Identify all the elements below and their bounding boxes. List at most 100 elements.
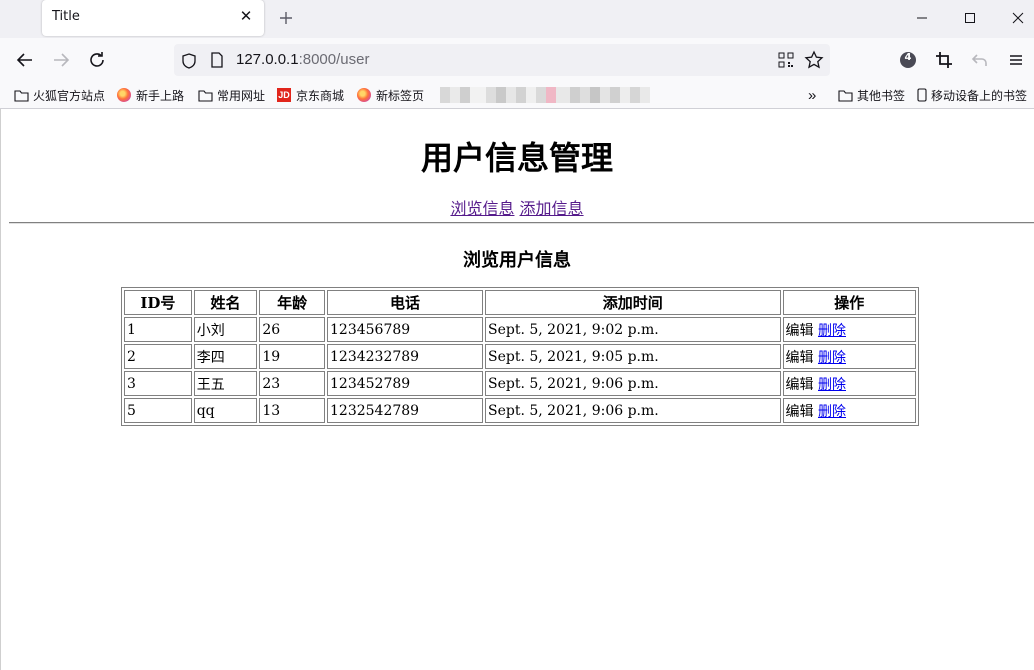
add-info-link[interactable]: 添加信息 <box>520 199 584 218</box>
window-edge <box>0 109 1 670</box>
shield-icon[interactable] <box>180 52 198 70</box>
badge-count: 4 <box>904 52 912 63</box>
cell-actions: 编辑 删除 <box>782 398 916 423</box>
other-bookmarks[interactable]: 其他书签 <box>838 86 905 104</box>
undo-button[interactable] <box>968 48 992 72</box>
cell-age: 26 <box>259 317 326 342</box>
new-tab-button[interactable] <box>276 6 296 30</box>
cell-age: 23 <box>259 371 326 396</box>
column-header-age: 年龄 <box>259 290 326 315</box>
edit-label: 编辑 <box>785 376 814 393</box>
browse-info-link[interactable]: 浏览信息 <box>450 199 514 218</box>
cell-id: 1 <box>124 317 192 342</box>
bookmark-label: 新标签页 <box>376 88 425 103</box>
folder-icon <box>838 89 853 102</box>
firefox-icon <box>117 88 131 102</box>
url-path: :8000/user <box>298 51 370 68</box>
bookmark-item[interactable]: 新手上路 <box>117 86 184 104</box>
crop-icon <box>936 52 952 68</box>
mobile-bookmarks[interactable]: 移动设备上的书签 <box>917 86 1027 104</box>
reload-button[interactable] <box>85 48 109 72</box>
tab-strip: Title ✕ <box>0 0 1034 38</box>
delete-link[interactable]: 删除 <box>818 377 846 393</box>
bookmark-item[interactable]: 常用网址 <box>198 86 265 104</box>
maximize-button[interactable] <box>958 6 982 30</box>
screenshot-button[interactable] <box>932 48 956 72</box>
table-row: 2 李四 19 1234232789 Sept. 5, 2021, 9:05 p… <box>124 344 916 369</box>
section-title: 浏览用户信息 <box>463 250 571 271</box>
cell-id: 5 <box>124 398 192 423</box>
delete-link[interactable]: 删除 <box>818 350 846 366</box>
table-row: 1 小刘 26 123456789 Sept. 5, 2021, 9:02 p.… <box>124 317 916 342</box>
jd-icon: JD <box>277 88 291 102</box>
url-bar[interactable]: 127.0.0.1:8000/user <box>174 44 830 76</box>
cell-actions: 编辑 删除 <box>782 371 916 396</box>
forward-button[interactable] <box>49 48 73 72</box>
table-row: 5 qq 13 1232542789 Sept. 5, 2021, 9:06 p… <box>124 398 916 423</box>
column-header-phone: 电话 <box>327 290 483 315</box>
url-text[interactable]: 127.0.0.1:8000/user <box>236 51 369 68</box>
bookmark-label: 常用网址 <box>217 88 266 103</box>
column-header-id: ID号 <box>124 290 192 315</box>
bookmarks-overflow-button[interactable]: » <box>808 86 816 104</box>
cell-added-time: Sept. 5, 2021, 9:06 p.m. <box>485 371 781 396</box>
bookmark-label: 火狐官方站点 <box>33 88 106 103</box>
mobile-bookmarks-label: 移动设备上的书签 <box>931 88 1028 103</box>
close-window-button[interactable] <box>1006 6 1030 30</box>
page-info-icon[interactable] <box>208 51 226 69</box>
cell-name: 小刘 <box>193 317 258 342</box>
page-title: 用户信息管理 <box>420 139 613 177</box>
bookmark-label: 新手上路 <box>136 88 185 103</box>
edit-label: 编辑 <box>785 349 814 366</box>
cell-added-time: Sept. 5, 2021, 9:05 p.m. <box>485 344 781 369</box>
cell-id: 3 <box>124 371 192 396</box>
minimize-button[interactable] <box>910 6 934 30</box>
star-icon[interactable] <box>804 50 824 70</box>
mobile-device-icon <box>917 88 927 102</box>
page-nav: 浏览信息 添加信息 <box>0 195 1034 219</box>
edit-label: 编辑 <box>785 403 814 420</box>
navigation-toolbar: 127.0.0.1:8000/user 4 <box>0 38 1034 82</box>
menu-button[interactable] <box>1004 48 1028 72</box>
extension-badge-button[interactable]: 4 <box>896 48 920 72</box>
edit-label: 编辑 <box>785 322 814 339</box>
folder-icon <box>14 89 29 102</box>
column-header-added-time: 添加时间 <box>485 290 781 315</box>
column-header-name: 姓名 <box>193 290 258 315</box>
table-header-row: ID号 姓名 年龄 电话 添加时间 操作 <box>124 290 916 315</box>
cell-id: 2 <box>124 344 192 369</box>
cell-actions: 编辑 删除 <box>782 344 916 369</box>
cell-name: 李四 <box>193 344 258 369</box>
close-icon <box>1012 12 1024 24</box>
cell-added-time: Sept. 5, 2021, 9:06 p.m. <box>485 398 781 423</box>
back-button[interactable] <box>13 48 37 72</box>
undo-icon <box>971 54 987 66</box>
cell-actions: 编辑 删除 <box>782 317 916 342</box>
maximize-icon <box>965 13 975 23</box>
bookmark-item[interactable]: 新标签页 <box>357 86 424 104</box>
cell-phone: 123452789 <box>327 371 483 396</box>
cell-age: 19 <box>259 344 326 369</box>
delete-link[interactable]: 删除 <box>818 323 846 339</box>
tab-close-icon[interactable]: ✕ <box>238 8 254 24</box>
bookmark-item[interactable]: JD 京东商城 <box>277 86 344 104</box>
cell-age: 13 <box>259 398 326 423</box>
cell-phone: 1232542789 <box>327 398 483 423</box>
qr-code-icon[interactable] <box>778 52 794 68</box>
cell-name: 王五 <box>193 371 258 396</box>
users-table: ID号 姓名 年龄 电话 添加时间 操作 1 小刘 26 123456789 S… <box>121 287 919 426</box>
other-bookmarks-label: 其他书签 <box>857 88 906 103</box>
hamburger-menu-icon <box>1010 55 1022 65</box>
folder-icon <box>198 89 213 102</box>
page-content: 用户信息管理 浏览信息 添加信息 浏览用户信息 ID号 姓名 年龄 电话 添加时… <box>0 109 1034 670</box>
table-row: 3 王五 23 123452789 Sept. 5, 2021, 9:06 p.… <box>124 371 916 396</box>
bookmarks-toolbar: 火狐官方站点 新手上路 常用网址 JD 京东商城 新标签页 » 其他书签 移动设… <box>0 82 1034 109</box>
plus-icon <box>280 12 292 24</box>
delete-link[interactable]: 删除 <box>818 404 846 420</box>
arrow-right-icon <box>54 53 70 67</box>
reload-icon <box>90 52 104 67</box>
bookmark-item[interactable]: 火狐官方站点 <box>14 86 105 104</box>
blurred-bookmarks <box>440 87 650 103</box>
chevron-double-right-icon: » <box>808 86 817 104</box>
browser-tab[interactable]: Title ✕ <box>42 0 264 36</box>
